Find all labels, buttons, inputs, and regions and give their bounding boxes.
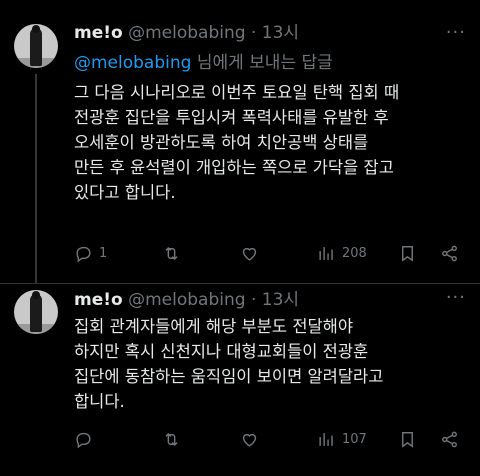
reply-icon <box>76 246 91 263</box>
bookmark-icon <box>402 246 413 262</box>
thread-line <box>35 74 37 284</box>
tweet-text-line: 그 다음 시나리오로 이번주 토요일 탄핵 집회 때 <box>74 83 400 102</box>
tweet-text-line: 하지만 혹시 신천지나 대형교회들이 전광훈 <box>74 342 369 361</box>
share-button[interactable] <box>440 430 459 449</box>
action-bar: 1 208 <box>74 244 470 268</box>
tweet-header: me!o @melobabing · 13시 <box>74 22 299 44</box>
reply-button[interactable]: 1 <box>74 244 107 263</box>
views-button[interactable]: 107 <box>317 430 367 449</box>
timestamp[interactable]: 13시 <box>262 23 299 43</box>
bookmark-button[interactable] <box>398 430 417 449</box>
tweet-text-line: 오세훈이 방관하도록 하여 치안공백 상태를 <box>74 133 369 152</box>
tweet-text-line: 만든 후 윤석렬이 개입하는 쪽으로 가닥을 잡고 <box>74 158 394 177</box>
views-icon <box>319 433 333 446</box>
timestamp[interactable]: 13시 <box>262 290 299 310</box>
retweet-button[interactable] <box>162 244 181 263</box>
tweet-text-line: 전광훈 집단을 투입시켜 폭력사태를 유발한 후 <box>74 108 389 127</box>
avatar[interactable] <box>14 24 58 68</box>
tweet-text: 그 다음 시나리오로 이번주 토요일 탄핵 집회 때 전광훈 집단을 투입시켜 … <box>74 80 468 205</box>
reply-icon <box>76 432 91 449</box>
retweet-icon <box>165 246 178 261</box>
reply-count: 1 <box>99 246 108 261</box>
tweet[interactable]: me!o @melobabing · 13시 ··· 집회 관계자들에게 해당 … <box>0 284 480 476</box>
tweet-text-line: 있다고 합니다. <box>74 183 176 202</box>
retweet-button[interactable] <box>162 430 181 449</box>
tweet[interactable]: me!o @melobabing · 13시 ··· @melobabing 님… <box>0 0 480 284</box>
more-icon[interactable]: ··· <box>446 289 466 307</box>
user-handle[interactable]: @melobabing <box>128 23 245 43</box>
tweet-text-line: 집단에 동참하는 움직임이 보이면 알려달라고 <box>74 367 384 386</box>
separator-dot: · <box>250 23 257 43</box>
share-icon <box>442 431 457 448</box>
tweet-text-line: 합니다. <box>74 392 125 411</box>
display-name[interactable]: me!o <box>74 290 123 310</box>
display-name[interactable]: me!o <box>74 23 123 43</box>
like-icon <box>242 247 257 261</box>
avatar[interactable] <box>14 290 58 334</box>
reply-context: @melobabing 님에게 보내는 답글 <box>74 52 333 74</box>
action-bar: 107 <box>74 430 470 454</box>
views-count: 107 <box>342 432 367 447</box>
share-icon <box>442 245 457 262</box>
bookmark-icon <box>402 432 413 448</box>
views-button[interactable]: 208 <box>317 244 367 263</box>
user-handle[interactable]: @melobabing <box>128 290 245 310</box>
views-icon <box>319 247 333 260</box>
reply-suffix: 님에게 보내는 답글 <box>191 53 333 73</box>
reply-mention-link[interactable]: @melobabing <box>74 53 191 73</box>
tweet-text-line: 집회 관계자들에게 해당 부분도 전달해야 <box>74 317 354 336</box>
like-button[interactable] <box>240 430 259 449</box>
views-count: 208 <box>342 246 367 261</box>
like-icon <box>242 433 257 447</box>
separator-dot: · <box>250 290 257 310</box>
tweet-text: 집회 관계자들에게 해당 부분도 전달해야 하지만 혹시 신천지나 대형교회들이… <box>74 314 468 414</box>
retweet-icon <box>165 432 178 447</box>
more-icon[interactable]: ··· <box>446 24 466 42</box>
bookmark-button[interactable] <box>398 244 417 263</box>
reply-button[interactable] <box>74 430 93 449</box>
like-button[interactable] <box>240 244 259 263</box>
share-button[interactable] <box>440 244 459 263</box>
tweet-header: me!o @melobabing · 13시 <box>74 289 299 311</box>
